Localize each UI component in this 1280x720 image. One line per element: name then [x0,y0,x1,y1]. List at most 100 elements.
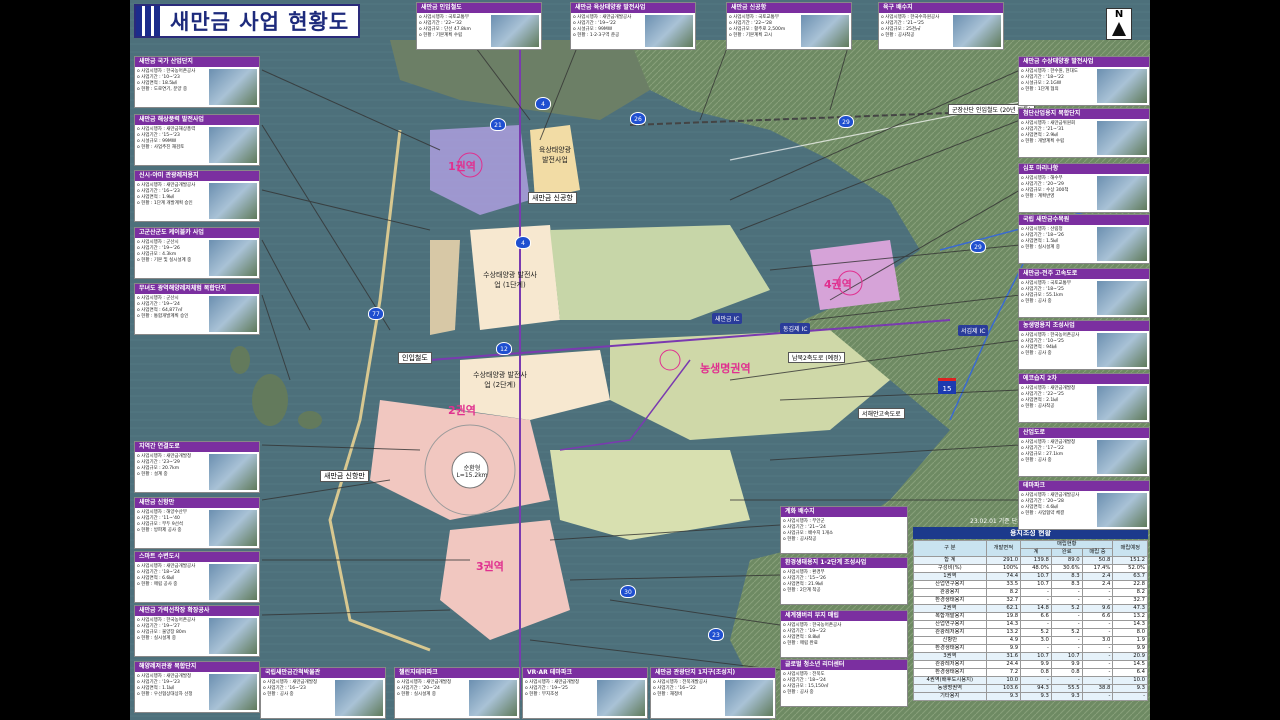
project-callout: 새만금 가력선착장 확장공사 o 사업시행자 : 한국농어촌공사 o 사업기간 : … [134,605,260,657]
project-photo [209,69,257,105]
zone-4-label: 4권역 [824,278,852,291]
table-row: 환경생태용지 7.2 0.8 0.8-6.4 [913,668,1148,677]
table-cell: - [1050,596,1083,605]
table-row: 산업연구용지 14.3- - -14.3 [913,620,1148,629]
callout-title: 새만금 신항만 [135,498,259,508]
project-photo [209,510,257,546]
table-cell: 산업연구용지 [913,580,987,589]
project-callout: 챌린지테마파크 o 사업시행자 : 새만금개발청 o 사업기간 : '20~'24 o… [394,667,520,719]
project-photo [1096,281,1147,315]
callout-line: o 현황 : 기본 및 실시설계 중 [137,258,192,263]
land-status-table: 구 분 개발면적 매립현황 매립예정 계 완료 매립 중 합 계 291.0 139… [913,540,1148,701]
seogimje-ic-label: 서김제 IC [958,325,989,336]
table-cell: - [1020,620,1052,629]
project-callout: 새만금 관광단지 1지구(조성지) o 사업시행자 : 전북개발공사 o 사업기간 … [650,667,776,719]
callout-title: 새만금 국가 산업단지 [135,57,259,67]
project-photo [491,15,539,47]
callout-line: o 현황 : 공사착공 [881,33,915,38]
route-shield: 29 [838,115,854,128]
callout-title: 육구 배수지 [879,3,1003,13]
project-callout: 심포 마리나항 o 사업시행자 : 해수부 o 사업기간 : '20~'29 o 사업… [1018,163,1150,213]
table-cell: 22.8 [1112,580,1148,589]
ns-road-label: 남북2축도로 (예정) [788,352,846,363]
table-cell: 10.7 [1020,580,1052,589]
project-photo [209,240,257,276]
table-cell: 8.3 [1050,572,1083,581]
table-cell: 14.8 [1020,604,1052,613]
table-cell: 9.3 [985,692,1022,701]
table-cell: 94.3 [1020,684,1052,693]
table-cell: 10.0 [985,676,1022,685]
table-header: 매립현황 [1020,540,1114,549]
callout-line: o 현황 : 재정비 [653,692,683,697]
table-cell: 산업연구용지 [913,620,987,629]
table-header: 구 분 [913,540,987,557]
callout-title: 첨단산업용지 복합단지 [1019,109,1149,119]
table-cell: 52.0% [1112,564,1148,573]
project-callout: 에코습지 2차 o 사업시행자 : 새만금개발청 o 사업기간 : '22~'25 o… [1018,373,1150,423]
table-cell: 14.3 [985,620,1022,629]
callout-title: 심포 마리나항 [1019,164,1149,174]
project-callout: 새만금 국가 산업단지 o 사업시행자 : 한국농어촌공사 o 사업기간 : '10… [134,56,260,108]
circle-road-label: 순환형 L=15.2km [456,465,488,479]
table-cell: - [1050,612,1083,621]
table-header: 개발면적 [985,540,1022,557]
callout-title: 지역간 연결도로 [135,442,259,452]
callout-line: o 현황 : 공사 중 [1021,351,1052,356]
table-cell: 2.4 [1081,572,1114,581]
table-cell: - [1081,660,1114,669]
table-cell: 2권역 [913,604,987,613]
table-header: 계 [1020,548,1052,557]
rail-label: 인입철도 [398,352,432,364]
project-callout: 계화 배수지 o 사업시행자 : 부안군 o 사업기간 : '21~'24 o 사업규… [780,506,908,554]
table-cell: - [1081,652,1114,661]
route-shield: 26 [630,112,646,125]
table-cell: 20.9 [1112,652,1148,661]
table-cell: 30.6% [1050,564,1083,573]
project-photo [1096,227,1147,261]
table-cell: - [1081,692,1114,701]
callout-line: o 현황 : 2단계 착공 [783,588,821,593]
table-cell: 32.7 [985,596,1022,605]
port-label: 새만금 신항만 [320,470,369,482]
solar1-label: 수상태양광 발전사업 (1단계) [483,271,537,289]
table-cell: 환경생태용지 [913,596,987,605]
project-photo [209,674,257,710]
project-photo [469,680,517,716]
table-row: 복합개발용지 19.8 6.6-6.6 13.2 [913,612,1148,621]
project-callout: 새만금 해상풍력 발전사업 o 사업시행자 : 새만금해상풍력 o 사업기간 : '… [134,114,260,166]
project-callout: VR·AR 테마파크 o 사업시행자 : 새만금개발청 o 사업기간 : '19~'… [522,667,648,719]
table-cell: 농생명권역 [913,684,987,693]
route-shield: 23 [708,628,724,641]
project-photo [725,680,773,716]
table-cell: 10.7 [1020,572,1052,581]
callout-title: 새만금 육상태양광 발전사업 [571,3,695,13]
table-cell: 9.3 [1112,684,1148,693]
callout-title: 새만금 인입철도 [417,3,541,13]
callout-line: o 현황 : 방파제 공사 중 [137,528,182,533]
project-photo [1096,440,1147,474]
table-cell: 31.6 [985,652,1022,661]
callout-line: o 현황 : 기본계획 수립 [419,33,463,38]
table-cell: 5.2 [1020,628,1052,637]
table-cell: 0.8 [1020,668,1052,677]
project-callout: 첨단산업용지 복합단지 o 사업시행자 : 새만금위원회 o 사업기간 : '21~… [1018,108,1150,158]
table-cell: 9.3 [1020,692,1052,701]
table-cell: 7.2 [985,668,1022,677]
table-cell: 9.9 [1020,660,1052,669]
table-cell: 8.0 [1112,628,1148,637]
project-callout: 테마파크 o 사업시행자 : 새만금개발공사 o 사업기간 : '20~'28 o 사… [1018,480,1150,530]
callout-title: VR·AR 테마파크 [523,668,647,678]
table-cell: 19.8 [985,612,1022,621]
table-cell: 관광레저용지 [913,628,987,637]
table-cell: 14.5 [1112,660,1148,669]
project-photo [209,618,257,654]
table-cell: 103.6 [985,684,1022,693]
seawall-area [430,240,460,335]
table-cell: - [1112,692,1148,701]
table-cell: 6.6 [1081,612,1114,621]
table-cell: 0.8 [1050,668,1083,677]
table-cell: - [1081,628,1114,637]
table-cell: 24.4 [985,660,1022,669]
table-cell: 151.2 [1112,556,1148,565]
